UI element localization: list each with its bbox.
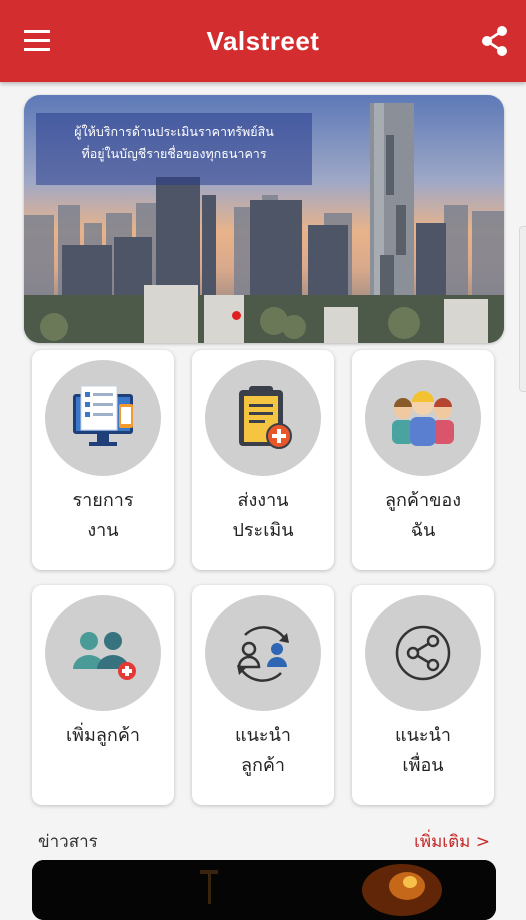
- news-thumbnail-image: [32, 860, 496, 920]
- customers-group-icon-circle: [365, 360, 481, 476]
- carousel-indicator[interactable]: [232, 311, 241, 320]
- refer-customer-icon-circle: [205, 595, 321, 711]
- clipboard-add-icon-circle: [205, 360, 321, 476]
- menu-label: ลูกค้าของ ฉัน: [385, 490, 461, 541]
- task-list-icon: [73, 385, 133, 446]
- add-customer-icon-circle: [45, 595, 161, 711]
- banner-caption: ผู้ให้บริการด้านประเมินราคาทรัพย์สิน ที่…: [36, 113, 312, 185]
- share-friend-icon: [395, 625, 451, 681]
- share-icon[interactable]: [478, 24, 512, 58]
- menu-label: ส่งงาน ประเมิน: [232, 490, 294, 541]
- scroll-indicator[interactable]: [519, 226, 526, 392]
- news-item-image[interactable]: [32, 860, 496, 920]
- menu-label: แนะนำ ลูกค้า: [235, 725, 291, 776]
- news-section-title: ข่าวสาร: [38, 832, 98, 852]
- share-friend-icon-circle: [365, 595, 481, 711]
- clipboard-add-icon: [239, 386, 292, 449]
- promo-banner[interactable]: ผู้ให้บริการด้านประเมินราคาทรัพย์สิน ที่…: [24, 95, 504, 343]
- menu-card-my-customers[interactable]: ลูกค้าของ ฉัน: [352, 350, 494, 570]
- menu-card-add-customer[interactable]: เพิ่มลูกค้า: [32, 585, 174, 805]
- banner-line-1: ผู้ให้บริการด้านประเมินราคาทรัพย์สิน: [74, 124, 274, 139]
- menu-card-refer-customer[interactable]: แนะนำ ลูกค้า: [192, 585, 334, 805]
- add-customer-icon: [73, 632, 136, 680]
- banner-line-2: ที่อยู่ในบัญชีรายชื่อของทุกธนาคาร: [81, 146, 267, 161]
- refer-customer-icon: [237, 626, 289, 682]
- menu-label: เพิ่มลูกค้า: [66, 725, 140, 746]
- news-more-link[interactable]: เพิ่มเติม >: [414, 828, 490, 855]
- app-title: Valstreet: [206, 26, 320, 56]
- menu-card-task-list[interactable]: รายการ งาน: [32, 350, 174, 570]
- task-list-icon-circle: [45, 360, 161, 476]
- menu-card-refer-friend[interactable]: แนะนำ เพื่อน: [352, 585, 494, 805]
- menu-card-submit-appraisal[interactable]: ส่งงาน ประเมิน: [192, 350, 334, 570]
- menu-label: แนะนำ เพื่อน: [395, 725, 451, 776]
- menu-label: รายการ งาน: [72, 490, 134, 541]
- app-bar: Valstreet: [0, 0, 526, 82]
- customers-group-icon: [392, 391, 454, 446]
